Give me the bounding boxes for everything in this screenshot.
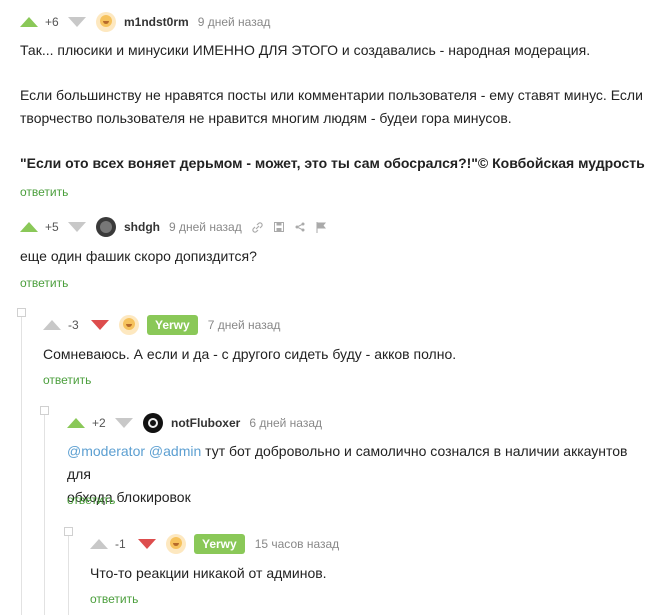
upvote-button[interactable] (20, 222, 38, 232)
reply-link[interactable]: ответить (67, 493, 115, 507)
comment-rating: +5 (45, 220, 59, 234)
comment-time[interactable]: 6 дней назад (249, 416, 322, 430)
author-badge[interactable]: Yerwy (147, 315, 198, 335)
avatar[interactable] (143, 413, 163, 433)
reply-link[interactable]: ответить (20, 276, 68, 290)
upvote-button[interactable] (90, 539, 108, 549)
avatar[interactable] (96, 12, 116, 32)
comment-text: @moderator @admin тут бот добровольно и … (67, 443, 628, 505)
thread-line (44, 410, 45, 615)
downvote-button[interactable] (68, 222, 86, 232)
author-name[interactable]: notFluboxer (171, 416, 240, 430)
comment-text: Так... плюсики и минусики ИМЕННО ДЛЯ ЭТО… (20, 42, 645, 171)
flag-icon[interactable] (316, 221, 326, 233)
mention-link[interactable]: @moderator (67, 443, 145, 459)
comment-rating: -1 (115, 537, 126, 551)
share-icon[interactable] (295, 222, 305, 232)
comment-time[interactable]: 9 дней назад (198, 15, 271, 29)
downvote-button[interactable] (68, 17, 86, 27)
link-icon[interactable] (252, 221, 263, 233)
avatar[interactable] (166, 534, 186, 554)
comment-text: Что-то реакции никакой от админов. (90, 565, 327, 581)
save-icon[interactable] (273, 222, 284, 232)
avatar[interactable] (96, 217, 116, 237)
comment-time[interactable]: 15 часов назад (255, 537, 339, 551)
author-name[interactable]: m1ndst0rm (124, 15, 189, 29)
collapse-toggle[interactable] (64, 527, 73, 536)
author-name[interactable]: shdgh (124, 220, 160, 234)
collapse-toggle[interactable] (17, 308, 26, 317)
reply-link[interactable]: ответить (20, 185, 68, 199)
comment-text: еще один фашик скоро допиздится? (20, 248, 257, 264)
upvote-button[interactable] (67, 418, 85, 428)
reply-link[interactable]: ответить (90, 592, 138, 606)
reply-link[interactable]: ответить (43, 373, 91, 387)
comment-time[interactable]: 7 дней назад (208, 318, 281, 332)
avatar[interactable] (119, 315, 139, 335)
comment-time[interactable]: 9 дней назад (169, 220, 242, 234)
author-badge[interactable]: Yerwy (194, 534, 245, 554)
downvote-button[interactable] (138, 539, 156, 549)
comment-rating: +6 (45, 15, 59, 29)
mention-link[interactable]: @admin (149, 443, 201, 459)
upvote-button[interactable] (20, 17, 38, 27)
upvote-button[interactable] (43, 320, 61, 330)
comment-rating: +2 (92, 416, 106, 430)
comment-rating: -3 (68, 318, 79, 332)
thread-line (21, 312, 22, 615)
collapse-toggle[interactable] (40, 406, 49, 415)
comment-text: Сомневаюсь. А если и да - с другого сиде… (43, 346, 457, 362)
thread-line (68, 531, 69, 615)
downvote-button[interactable] (115, 418, 133, 428)
downvote-button[interactable] (91, 320, 109, 330)
